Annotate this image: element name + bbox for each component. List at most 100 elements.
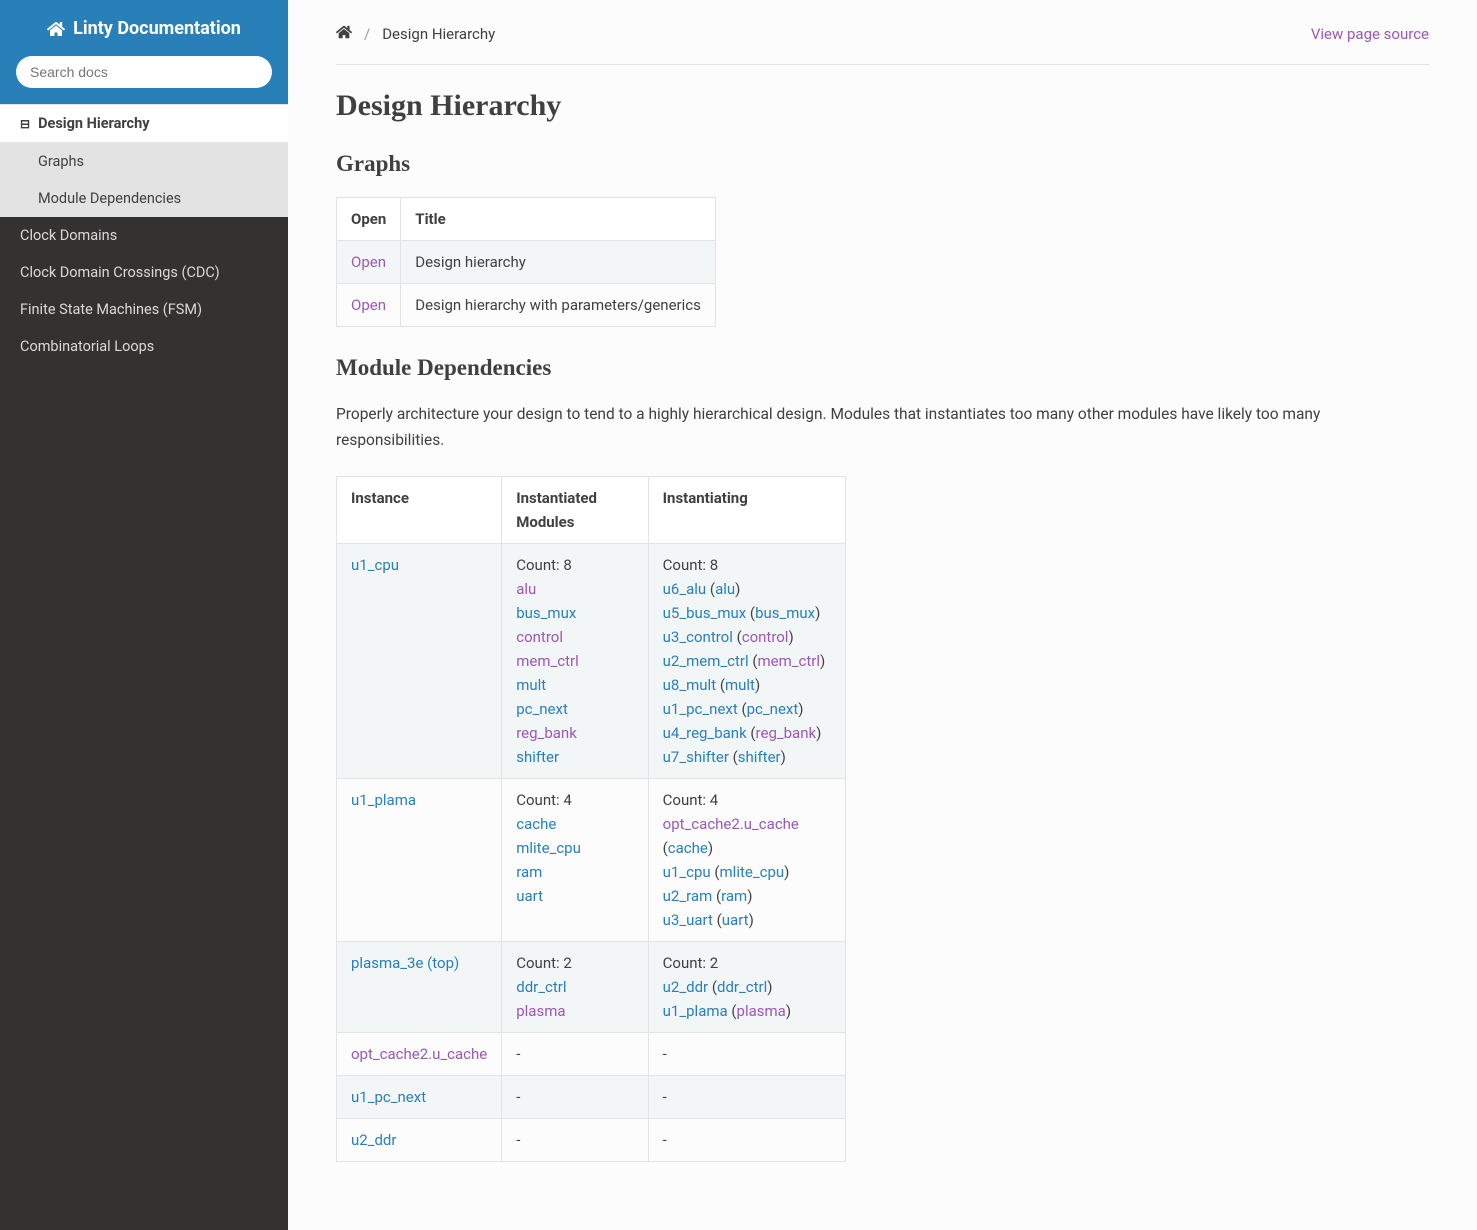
instance-link[interactable]: u1_plama: [351, 791, 416, 809]
instance-link[interactable]: plasma_3e (top): [351, 954, 459, 972]
nav-item-label: Combinatorial Loops: [20, 338, 154, 355]
module-ref-link[interactable]: uart: [722, 911, 749, 929]
breadcrumb-home-icon[interactable]: [336, 24, 352, 44]
instantiating-cell: Count: 4opt_cache2.u_cache (cache)u1_cpu…: [648, 778, 845, 941]
module-link[interactable]: shifter: [516, 748, 559, 766]
module-ref-link[interactable]: mlite_cpu: [720, 863, 785, 881]
instance-link[interactable]: u1_pc_next: [351, 1088, 426, 1106]
module-link[interactable]: mult: [516, 676, 546, 694]
instantiating-cell: -: [648, 1032, 845, 1075]
table-row: Open Design hierarchy: [337, 241, 716, 284]
module-ref-link[interactable]: shifter: [738, 748, 781, 766]
module-ref-link[interactable]: plasma: [737, 1002, 786, 1020]
instantiated-cell: -: [502, 1075, 648, 1118]
instantiated-cell: -: [502, 1118, 648, 1161]
module-deps-intro: Properly architecture your design to ten…: [336, 401, 1429, 454]
module-link[interactable]: bus_mux: [516, 604, 576, 622]
module-link[interactable]: cache: [516, 815, 556, 833]
open-link[interactable]: Open: [351, 253, 386, 271]
count-label: Count: 2: [663, 951, 831, 975]
page-title: Design Hierarchy: [336, 89, 1429, 123]
instance-link[interactable]: u1_cpu: [351, 556, 399, 574]
instance-ref-link[interactable]: u7_shifter: [663, 748, 729, 766]
module-link[interactable]: plasma: [516, 1002, 565, 1020]
instance-ref-link[interactable]: u1_cpu: [663, 863, 711, 881]
instance-link[interactable]: u2_ddr: [351, 1131, 396, 1149]
module-link[interactable]: alu: [516, 580, 536, 598]
instantiating-cell: -: [648, 1118, 845, 1161]
deps-th-instance: Instance: [337, 476, 502, 543]
breadcrumb-current: Design Hierarchy: [382, 25, 495, 43]
breadcrumb-row: / Design Hierarchy View page source: [336, 24, 1429, 64]
instance-ref-link[interactable]: u3_uart: [663, 911, 713, 929]
module-link[interactable]: ddr_ctrl: [516, 978, 566, 996]
deps-th-instantiating: Instantiating: [648, 476, 845, 543]
instance-ref-link[interactable]: u8_mult: [663, 676, 716, 694]
nav-item-finite-state-machines-fsm-[interactable]: Finite State Machines (FSM): [0, 291, 288, 328]
module-link[interactable]: reg_bank: [516, 724, 577, 742]
nav-item-graphs[interactable]: Graphs: [0, 143, 288, 180]
instantiating-cell: -: [648, 1075, 845, 1118]
module-link[interactable]: ram: [516, 863, 542, 881]
search-wrap: [0, 56, 288, 104]
table-row: u1_pc_next --: [337, 1075, 846, 1118]
nav: ⊟Design HierarchyGraphsModule Dependenci…: [0, 104, 288, 365]
count-label: Count: 4: [516, 788, 633, 812]
count-label: Count: 4: [663, 788, 831, 812]
module-ref-link[interactable]: pc_next: [747, 700, 799, 718]
module-ref-link[interactable]: control: [742, 628, 789, 646]
nav-item-design-hierarchy[interactable]: ⊟Design Hierarchy: [0, 104, 288, 143]
module-ref-link[interactable]: mem_ctrl: [758, 652, 821, 670]
nav-item-clock-domains[interactable]: Clock Domains: [0, 217, 288, 254]
module-ref-link[interactable]: bus_mux: [755, 604, 815, 622]
instance-ref-link[interactable]: u4_reg_bank: [663, 724, 747, 742]
instance-ref-link[interactable]: u1_pc_next: [663, 700, 738, 718]
nav-item-combinatorial-loops[interactable]: Combinatorial Loops: [0, 328, 288, 365]
module-ref-link[interactable]: ddr_ctrl: [717, 978, 767, 996]
module-ref-link[interactable]: alu: [715, 580, 735, 598]
instantiating-cell: Count: 2u2_ddr (ddr_ctrl)u1_plama (plasm…: [648, 941, 845, 1032]
module-link[interactable]: uart: [516, 887, 543, 905]
graph-title-cell: Design hierarchy: [401, 241, 716, 284]
instance-ref-link[interactable]: u2_ram: [663, 887, 713, 905]
module-link[interactable]: mem_ctrl: [516, 652, 579, 670]
nav-item-module-dependencies[interactable]: Module Dependencies: [0, 180, 288, 217]
section-heading-module-deps: Module Dependencies: [336, 355, 1429, 381]
table-row: u2_ddr --: [337, 1118, 846, 1161]
instantiated-cell: Count: 4 cache mlite_cpuram uart: [502, 778, 648, 941]
site-title-link[interactable]: Linty Documentation: [47, 18, 241, 39]
graphs-table: Open Title OpenDesign hierarchyOpenDesig…: [336, 197, 716, 327]
collapse-icon[interactable]: ⊟: [20, 117, 30, 131]
view-source-link[interactable]: View page source: [1311, 25, 1429, 43]
sidebar-header: Linty Documentation: [0, 0, 288, 56]
module-ref-link[interactable]: mult: [725, 676, 755, 694]
breadcrumb-separator: /: [364, 25, 370, 43]
module-ref-link[interactable]: ram: [721, 887, 747, 905]
table-row: u1_cpuCount: 8alubus_muxcontrolmem_ctrlm…: [337, 543, 846, 778]
graphs-th-open: Open: [337, 198, 401, 241]
module-ref-link[interactable]: reg_bank: [756, 724, 817, 742]
module-ref-link[interactable]: cache: [668, 839, 708, 857]
count-label: Count: 2: [516, 951, 633, 975]
graphs-th-title: Title: [401, 198, 716, 241]
breadcrumb: / Design Hierarchy: [336, 24, 495, 44]
section-heading-graphs: Graphs: [336, 151, 1429, 177]
sidebar: Linty Documentation ⊟Design HierarchyGra…: [0, 0, 288, 1230]
instance-link[interactable]: opt_cache2.u_cache: [351, 1045, 487, 1063]
instance-ref-link[interactable]: u2_ddr: [663, 978, 708, 996]
instance-ref-link[interactable]: u6_alu: [663, 580, 707, 598]
nav-item-label: Finite State Machines (FSM): [20, 301, 202, 318]
instance-ref-link[interactable]: u3_control: [663, 628, 733, 646]
graph-title-cell: Design hierarchy with parameters/generic…: [401, 284, 716, 327]
search-input[interactable]: [16, 56, 272, 88]
instance-ref-link[interactable]: opt_cache2.u_cache: [663, 815, 799, 833]
instance-ref-link[interactable]: u5_bus_mux: [663, 604, 747, 622]
instance-ref-link[interactable]: u2_mem_ctrl: [663, 652, 749, 670]
count-label: Count: 8: [663, 553, 831, 577]
nav-item-clock-domain-crossings-cdc-[interactable]: Clock Domain Crossings (CDC): [0, 254, 288, 291]
module-link[interactable]: mlite_cpu: [516, 839, 581, 857]
instance-ref-link[interactable]: u1_plama: [663, 1002, 728, 1020]
module-link[interactable]: control: [516, 628, 563, 646]
module-link[interactable]: pc_next: [516, 700, 568, 718]
open-link[interactable]: Open: [351, 296, 386, 314]
